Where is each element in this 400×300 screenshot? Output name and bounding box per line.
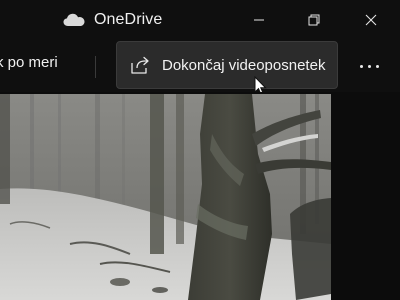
close-button[interactable] — [348, 0, 394, 40]
cloud-icon — [63, 13, 85, 26]
finish-video-label: Dokončaj videoposnetek — [162, 56, 326, 74]
share-icon — [131, 56, 149, 74]
video-area — [0, 92, 400, 300]
maximize-button[interactable] — [291, 0, 337, 40]
more-icon — [357, 64, 381, 68]
toolbar: k po meri Dokončaj videoposnetek — [0, 40, 400, 92]
custom-button-label[interactable]: k po meri — [0, 54, 58, 71]
onedrive-video-editor-window: OneDrive k po meri Dokončaj videoposnete… — [0, 0, 400, 300]
app-title-group: OneDrive — [63, 9, 162, 31]
video-frame-image — [0, 94, 331, 300]
toolbar-divider — [95, 56, 96, 78]
app-title: OneDrive — [94, 11, 163, 28]
title-bar: OneDrive — [0, 0, 400, 40]
video-preview[interactable] — [0, 94, 331, 300]
more-options-button[interactable] — [346, 48, 392, 84]
minimize-button[interactable] — [236, 0, 282, 40]
close-icon — [365, 14, 377, 26]
minimize-icon — [254, 19, 264, 21]
restore-icon — [308, 14, 320, 26]
finish-video-button[interactable]: Dokončaj videoposnetek — [116, 41, 338, 89]
